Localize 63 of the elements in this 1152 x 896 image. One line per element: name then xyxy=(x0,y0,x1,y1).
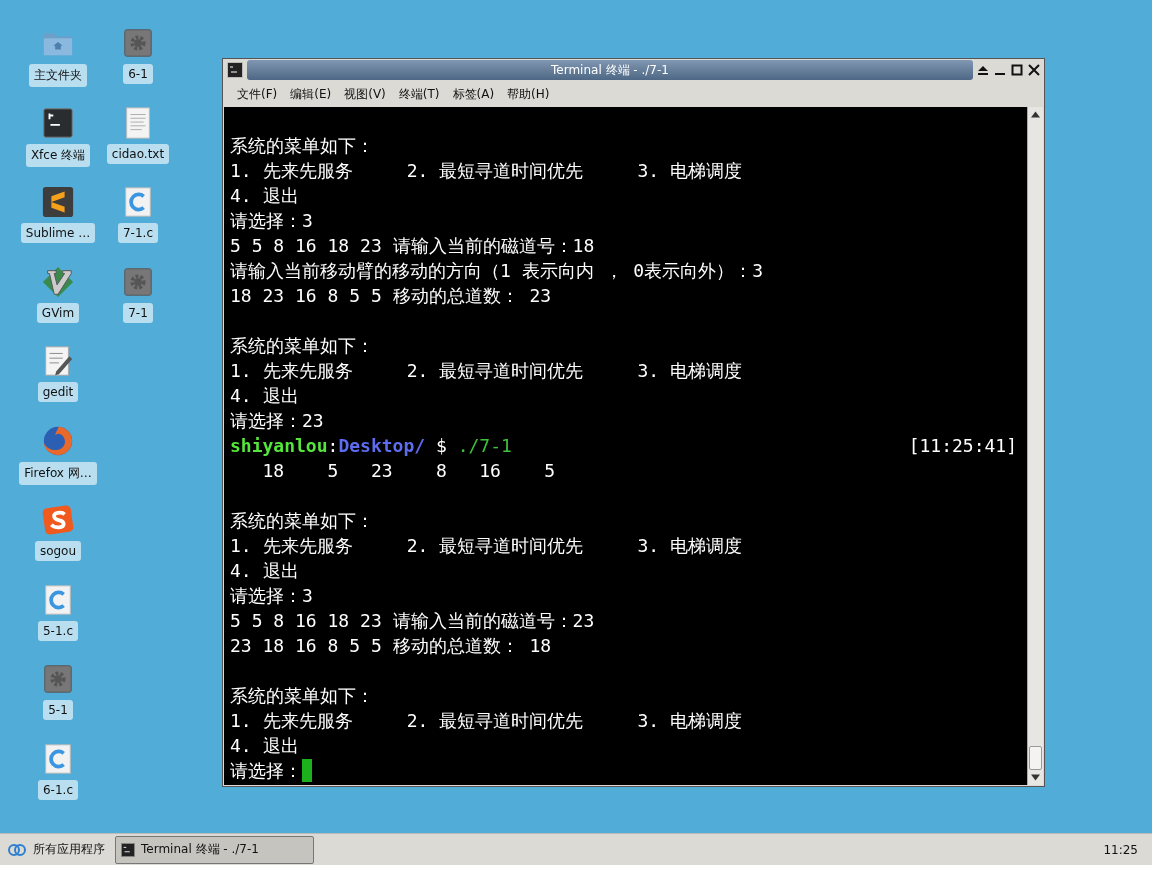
icon-label[interactable]: 6-1 xyxy=(123,64,153,84)
icon-label[interactable]: 7-1.c xyxy=(118,223,158,243)
icon-label[interactable]: Sublime … xyxy=(20,223,96,243)
output-line: 4. 退出 xyxy=(230,734,299,758)
output-line: 请选择：3 xyxy=(230,209,313,233)
icon-label[interactable]: 主文件夹 xyxy=(29,64,87,87)
icon-label[interactable]: Firefox 网… xyxy=(19,461,97,485)
window-title: Terminal 终端 - ./7-1 xyxy=(247,60,973,80)
output-line: 系统的菜单如下： xyxy=(230,684,374,708)
output-line: 请选择：3 xyxy=(230,584,313,608)
output-line: 1. 先来先服务 2. 最短寻道时间优先 3. 电梯调度 xyxy=(230,159,742,183)
output-line: 系统的菜单如下： xyxy=(230,509,374,533)
icon-label[interactable]: GVim xyxy=(36,302,80,323)
icon-label[interactable]: Xfce 终端 xyxy=(25,143,91,167)
scrollbar-thumb[interactable] xyxy=(1029,746,1042,770)
icon-label[interactable]: cidao.txt xyxy=(106,143,170,164)
clock: 11:25 xyxy=(1103,842,1138,857)
menu-item[interactable]: 标签(A) xyxy=(452,83,495,105)
scrollbar[interactable] xyxy=(1027,107,1043,785)
prompt-time: [11:25:41] xyxy=(908,434,1017,458)
prompt-symbol: $ xyxy=(435,435,447,456)
menu-item[interactable]: 文件(F) xyxy=(237,83,278,105)
menu-item[interactable]: 编辑(E) xyxy=(290,83,332,105)
output-line: 5 5 8 16 18 23 请输入当前的磁道号：23 xyxy=(230,609,595,633)
terminal-icon[interactable] xyxy=(227,62,243,78)
icon-label[interactable]: 5-1 xyxy=(43,700,73,720)
command-text: ./7-1 xyxy=(457,435,512,456)
output-line: 请选择： xyxy=(230,759,302,783)
icon-label[interactable]: 6-1.c xyxy=(38,779,78,800)
prompt-separator: : xyxy=(327,435,339,456)
output-line: 1. 先来先服务 2. 最短寻道时间优先 3. 电梯调度 xyxy=(230,359,742,383)
output-line: 请输入当前移动臂的移动的方向（1 表示向内 ， 0表示向外）：3 xyxy=(230,259,764,283)
icon-label[interactable]: gedit xyxy=(37,382,79,402)
icon-label[interactable]: sogou xyxy=(34,541,82,561)
gear-icon[interactable] xyxy=(121,26,155,60)
output-line: 18 23 16 8 5 5 移动的总道数： 23 xyxy=(230,284,552,308)
icon-label[interactable]: 7-1 xyxy=(123,302,153,323)
menu-item[interactable]: 视图(V) xyxy=(344,83,386,105)
output-line: 请选择：23 xyxy=(230,409,324,433)
output-line: 18 5 23 8 16 5 xyxy=(261,459,556,483)
output-line: 4. 退出 xyxy=(230,184,299,208)
linked-rings-icon xyxy=(6,842,28,857)
output-line: 1. 先来先服务 2. 最短寻道时间优先 3. 电梯调度 xyxy=(230,534,742,558)
gear-icon[interactable] xyxy=(41,662,75,696)
terminal-icon[interactable] xyxy=(41,105,75,140)
shade-icon[interactable] xyxy=(977,64,989,76)
output-line: 23 18 16 8 5 5 移动的总道数： 18 xyxy=(230,634,552,658)
prompt-user: shiyanlou xyxy=(230,435,328,456)
icon-label[interactable]: 5-1.c xyxy=(38,620,78,641)
close-icon[interactable] xyxy=(1028,64,1040,76)
applications-menu-button[interactable]: 所有应用程序 xyxy=(4,839,107,860)
output-line: 5 5 8 16 18 23 请输入当前的磁道号：18 xyxy=(230,234,595,258)
terminal-icon xyxy=(121,842,135,857)
output-line: 系统的菜单如下： xyxy=(230,134,374,158)
output-line: 系统的菜单如下： xyxy=(230,334,374,358)
output-line: 1. 先来先服务 2. 最短寻道时间优先 3. 电梯调度 xyxy=(230,709,742,733)
maximize-icon[interactable] xyxy=(1011,64,1023,76)
prompt-path: Desktop/ xyxy=(338,435,426,456)
output-line: 4. 退出 xyxy=(230,384,299,408)
menu-item[interactable]: 帮助(H) xyxy=(507,83,550,105)
output-line: 4. 退出 xyxy=(230,559,299,583)
taskbar-window-button[interactable]: Terminal 终端 - ./7-1 xyxy=(115,835,314,864)
menu-item[interactable]: 终端(T) xyxy=(398,83,440,105)
